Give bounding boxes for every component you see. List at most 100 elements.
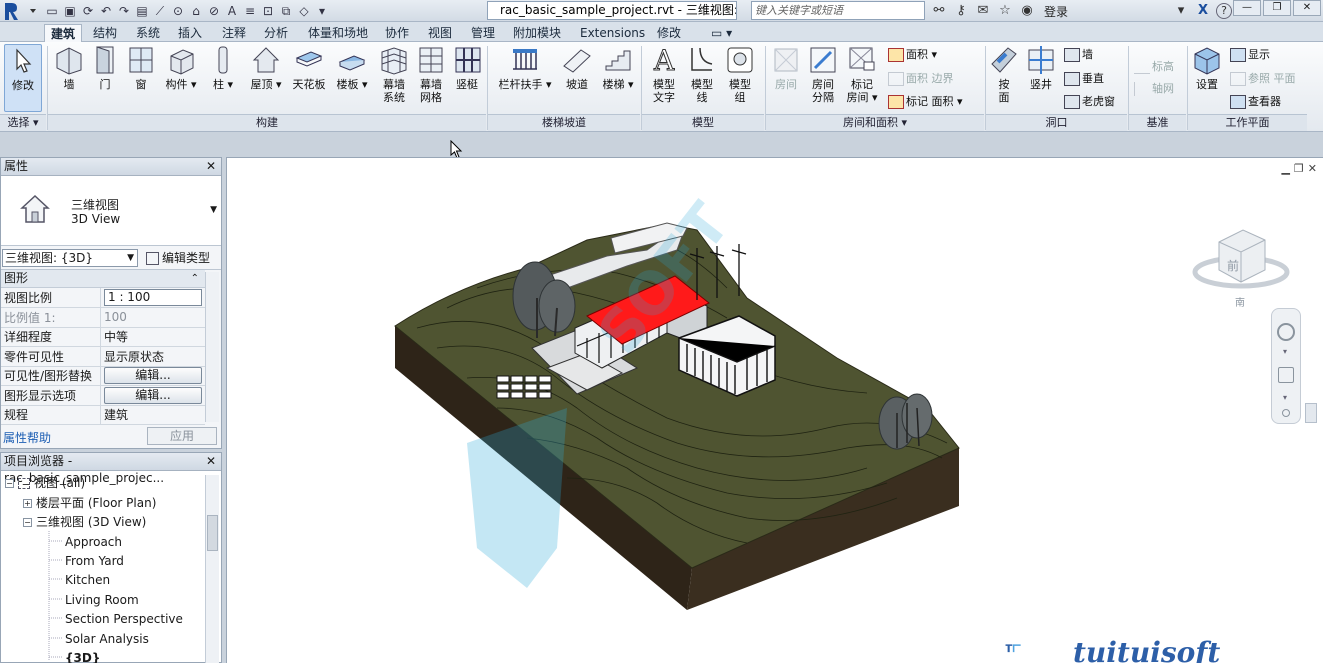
- revit-logo-icon[interactable]: [2, 1, 38, 22]
- tab-modify[interactable]: 修改: [651, 24, 687, 42]
- ref-plane-button[interactable]: 参照 平面: [1230, 72, 1296, 86]
- search-input[interactable]: 键入关键字或短语: [751, 1, 925, 20]
- expand-toggle-icon[interactable]: +: [23, 499, 32, 508]
- tab-manage[interactable]: 管理: [465, 24, 501, 42]
- properties-scrollbar[interactable]: [205, 272, 219, 422]
- tab-massing-site[interactable]: 体量和场地: [302, 24, 374, 42]
- component-dropdown-icon[interactable]: ▾: [187, 78, 197, 91]
- zoom-menu-icon[interactable]: ▾: [1283, 393, 1287, 402]
- curtain-grid-button[interactable]: 幕墙 网格: [414, 44, 448, 104]
- subscription-icon[interactable]: ⚷: [952, 2, 970, 20]
- tag-area-button[interactable]: 标记 面积 ▾: [888, 95, 963, 109]
- edit-type-button[interactable]: 编辑类型: [146, 249, 210, 267]
- viewer-button[interactable]: 查看器: [1230, 95, 1281, 109]
- select-panel-title[interactable]: 选择 ▾: [0, 114, 46, 131]
- close-hidden-icon[interactable]: ⊡: [260, 3, 276, 19]
- modify-button[interactable]: 修改: [4, 44, 42, 112]
- collapse-toggle-icon[interactable]: −: [23, 518, 32, 527]
- tab-structure[interactable]: 结构: [87, 24, 123, 42]
- tab-view[interactable]: 视图: [422, 24, 458, 42]
- user-icon[interactable]: ◉: [1018, 2, 1036, 20]
- show-workplane-button[interactable]: 显示: [1230, 48, 1270, 62]
- tree-node-3d-view[interactable]: − 三维视图 (3D View): [23, 514, 146, 530]
- zoom-region-icon[interactable]: [1278, 367, 1294, 383]
- column-button[interactable]: 柱 ▾: [206, 44, 240, 91]
- collapse-toggle-icon[interactable]: −: [5, 479, 14, 488]
- view-instance-select[interactable]: 三维视图: {3D} ▼: [2, 249, 138, 267]
- 3d-view-icon[interactable]: ⌂: [188, 3, 204, 19]
- ceiling-button[interactable]: 天花板: [290, 44, 328, 91]
- tree-node-floor-plan[interactable]: + 楼层平面 (Floor Plan): [23, 495, 156, 511]
- list-item[interactable]: Solar Analysis: [65, 631, 149, 647]
- list-item-active[interactable]: {3D}: [65, 650, 100, 663]
- list-item[interactable]: Section Perspective: [65, 611, 183, 627]
- graphic-display-edit-button[interactable]: 编辑...: [104, 386, 202, 404]
- redo-icon[interactable]: ↷: [116, 3, 132, 19]
- tag-room-button[interactable]: 标记 房间 ▾: [844, 44, 880, 104]
- tab-architecture[interactable]: 建筑: [44, 24, 83, 42]
- navbar-options-icon[interactable]: [1282, 409, 1290, 417]
- 3d-viewport[interactable]: ▁ ❐ ✕ SOFT 前 南 ▾ ▾ tuituisoft: [226, 157, 1323, 663]
- shaft-button[interactable]: 竖井: [1024, 44, 1058, 91]
- railing-dropdown-icon[interactable]: ▾: [542, 78, 552, 91]
- minimize-icon[interactable]: —: [1233, 0, 1261, 16]
- wall-opening-button[interactable]: 墙: [1064, 48, 1093, 62]
- area-button[interactable]: 面积 ▾: [888, 48, 937, 62]
- area-boundary-button[interactable]: 面积 边界: [888, 72, 954, 86]
- section-icon[interactable]: ⊘: [206, 3, 222, 19]
- close-icon[interactable]: ✕: [206, 453, 216, 470]
- stair-dropdown-icon[interactable]: ▾: [624, 78, 634, 91]
- favorites-star-icon[interactable]: ☆: [996, 2, 1014, 20]
- default-3d-icon[interactable]: ◇: [296, 3, 312, 19]
- window-button[interactable]: 窗: [124, 44, 158, 91]
- property-value[interactable]: 显示原状态: [100, 346, 205, 367]
- ribbon-minimize-icon[interactable]: ▭ ▾: [705, 24, 738, 42]
- sync-icon[interactable]: ⟳: [80, 3, 96, 19]
- room-button[interactable]: 房间: [768, 44, 804, 91]
- close-icon[interactable]: ✕: [1293, 0, 1321, 16]
- zoom-dropdown-icon[interactable]: ▾: [1283, 347, 1287, 356]
- tab-extensions[interactable]: Extensions: [574, 24, 651, 42]
- tab-analyze[interactable]: 分析: [258, 24, 294, 42]
- tab-insert[interactable]: 插入: [172, 24, 208, 42]
- column-dropdown-icon[interactable]: ▾: [224, 78, 233, 91]
- floor-dropdown-icon[interactable]: ▾: [358, 78, 368, 91]
- apply-button[interactable]: 应用: [147, 427, 217, 445]
- type-selector[interactable]: 三维视图 3D View ▼: [1, 176, 221, 246]
- undo-icon[interactable]: ↶: [98, 3, 114, 19]
- viewport-scrollbar-thumb[interactable]: [1305, 403, 1317, 423]
- text-icon[interactable]: A: [224, 3, 240, 19]
- curtain-system-button[interactable]: 幕墙 系统: [376, 44, 412, 104]
- browser-scrollbar[interactable]: [205, 475, 219, 663]
- vertical-opening-button[interactable]: 垂直: [1064, 72, 1104, 86]
- roof-button[interactable]: 屋顶 ▾: [248, 44, 284, 91]
- tab-collaborate[interactable]: 协作: [379, 24, 415, 42]
- set-workplane-button[interactable]: 设置: [1190, 44, 1224, 91]
- list-item[interactable]: Living Room: [65, 592, 139, 608]
- room-separator-button[interactable]: 房间 分隔: [806, 44, 840, 104]
- tag-icon[interactable]: ⊙: [170, 3, 186, 19]
- list-item[interactable]: Kitchen: [65, 572, 110, 588]
- save-icon[interactable]: ▣: [62, 3, 78, 19]
- ramp-button[interactable]: 坡道: [560, 44, 594, 91]
- graphics-group-header[interactable]: 图形 ⌃: [1, 270, 205, 288]
- stair-button[interactable]: 楼梯 ▾: [600, 44, 636, 91]
- property-value[interactable]: 建筑: [100, 405, 205, 425]
- scroll-thumb[interactable]: [207, 515, 218, 551]
- tab-annotate[interactable]: 注释: [216, 24, 252, 42]
- roof-dropdown-icon[interactable]: ▾: [272, 78, 282, 91]
- restore-icon[interactable]: ❐: [1263, 0, 1291, 16]
- close-icon[interactable]: ✕: [206, 158, 216, 175]
- tree-node-views[interactable]: − 视图 (all): [5, 475, 85, 491]
- dormer-button[interactable]: 老虎窗: [1064, 95, 1115, 109]
- property-value[interactable]: 中等: [100, 327, 205, 347]
- open-icon[interactable]: ▭: [44, 3, 60, 19]
- login-dropdown-icon[interactable]: ▾: [1172, 2, 1190, 20]
- collapse-icon[interactable]: ⌃: [191, 270, 199, 287]
- level-button[interactable]: 标高: [1134, 60, 1174, 74]
- list-item[interactable]: From Yard: [65, 553, 124, 569]
- steering-wheel-icon[interactable]: [1277, 323, 1295, 341]
- tag-room-dropdown-icon[interactable]: ▾: [868, 91, 878, 104]
- measure-icon[interactable]: ⟋: [152, 3, 168, 19]
- binoculars-icon[interactable]: ⚯: [930, 2, 948, 20]
